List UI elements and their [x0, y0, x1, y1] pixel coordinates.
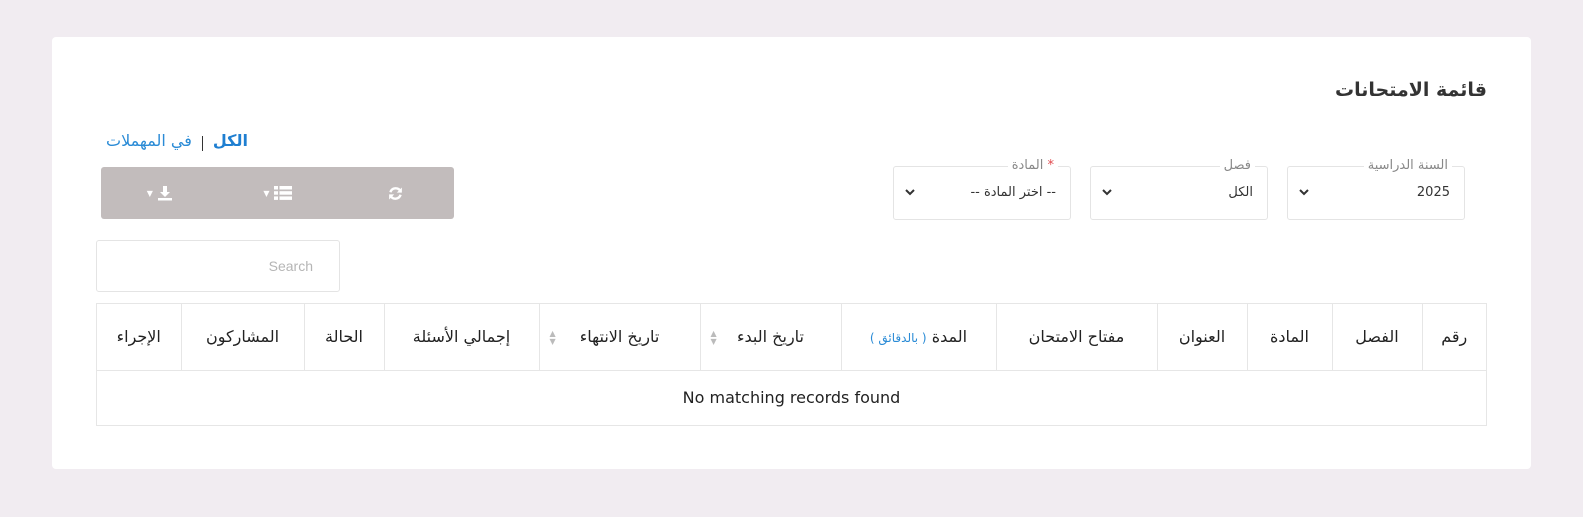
table-row: No matching records found: [97, 369, 1486, 425]
subject-label: * المادة: [1007, 158, 1058, 173]
tab-all[interactable]: الكل: [213, 131, 248, 150]
required-mark: *: [1047, 158, 1055, 173]
col-end-date-label: تاريخ الانتهاء: [579, 327, 660, 347]
col-title[interactable]: العنوان: [1156, 304, 1247, 370]
col-duration[interactable]: المدة ( بالدقائق ): [840, 304, 996, 370]
tab-trash[interactable]: في المهملات: [106, 131, 192, 150]
col-start-date-label: تاريخ البدء: [737, 327, 804, 347]
col-exam-key[interactable]: مفتاح الامتحان: [995, 304, 1157, 370]
academic-year-label: السنة الدراسية: [1363, 158, 1452, 173]
refresh-button[interactable]: [336, 167, 454, 219]
col-start-date[interactable]: تاريخ البدء ▲ ▼: [699, 304, 841, 370]
col-end-date[interactable]: تاريخ الانتهاء ▲ ▼: [538, 304, 700, 370]
export-button[interactable]: ▼: [101, 167, 219, 219]
page-title: قائمة الامتحانات: [1335, 79, 1487, 101]
col-duration-unit: ( بالدقائق ): [869, 331, 927, 346]
sort-icon: ▲ ▼: [549, 329, 556, 346]
col-subject[interactable]: المادة: [1246, 304, 1332, 370]
chevron-down-icon: ▼: [146, 188, 153, 198]
academic-year-select[interactable]: السنة الدراسية 2025: [1287, 158, 1465, 220]
chevron-down-icon: [1102, 189, 1112, 196]
chevron-down-icon: [1299, 189, 1309, 196]
refresh-icon: [388, 186, 402, 200]
empty-message: No matching records found: [97, 369, 1486, 425]
subject-value: -- اختر المادة --: [970, 185, 1056, 200]
download-icon: [157, 186, 172, 201]
columns-list-icon: [273, 186, 292, 200]
col-class[interactable]: الفصل: [1331, 304, 1422, 370]
columns-button[interactable]: ▼: [219, 167, 337, 219]
chevron-down-icon: ▼: [263, 188, 270, 198]
table-toolbar: ▼ ▼: [101, 167, 454, 219]
exams-table: رقم الفصل المادة العنوان مفتاح الامتحان …: [96, 303, 1487, 426]
sort-icon: ▲ ▼: [710, 329, 717, 346]
academic-year-value: 2025: [1416, 185, 1450, 200]
exam-list-card: قائمة الامتحانات الكل في المهملات ▼ ▼ * …: [52, 37, 1531, 469]
tab-divider: [201, 135, 203, 151]
filter-tabs: الكل في المهملات: [106, 127, 248, 153]
class-value: الكل: [1228, 185, 1253, 200]
class-select[interactable]: فصل الكل: [1090, 158, 1268, 220]
table-header-row: رقم الفصل المادة العنوان مفتاح الامتحان …: [97, 304, 1486, 370]
class-label: فصل: [1219, 158, 1255, 173]
search-input[interactable]: [96, 240, 340, 292]
col-action[interactable]: الإجراء: [97, 304, 181, 370]
col-total-questions[interactable]: إجمالي الأسئلة: [383, 304, 539, 370]
col-participants[interactable]: المشاركون: [180, 304, 304, 370]
subject-select[interactable]: * المادة -- اختر المادة --: [893, 158, 1071, 220]
col-status[interactable]: الحالة: [303, 304, 384, 370]
chevron-down-icon: [905, 189, 915, 196]
col-number[interactable]: رقم: [1421, 304, 1486, 370]
col-duration-label: المدة: [931, 327, 968, 347]
